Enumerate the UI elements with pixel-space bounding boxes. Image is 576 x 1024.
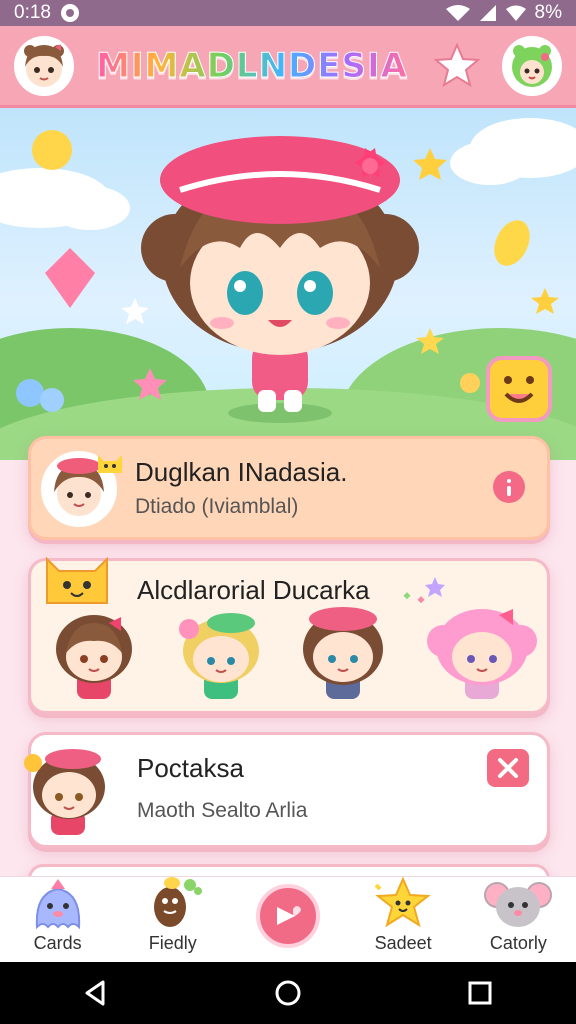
star-icon — [433, 41, 481, 87]
nav-label: Fiedly — [148, 933, 197, 953]
nav-item-catorly[interactable]: Catorly — [468, 877, 568, 954]
card-title: Poctaksa — [137, 753, 244, 783]
ghost-icon — [35, 879, 80, 930]
hero-illustration — [0, 118, 576, 460]
close-icon — [498, 758, 518, 778]
list-card[interactable]: Poctaksa Maoth Sealto Arlia — [24, 732, 550, 848]
app-title: MIMADLNDESIA — [96, 45, 408, 86]
card-subtitle: Maoth Sealto Arlia — [137, 799, 308, 822]
nav-label: Sadeet — [374, 933, 432, 953]
play-heart-icon — [276, 906, 301, 925]
notification-icon — [60, 4, 79, 22]
character-portrait-1 — [56, 615, 132, 699]
favorites-button[interactable] — [430, 39, 484, 93]
nav-item-sadeet[interactable]: Sadeet — [353, 875, 453, 954]
info-badge[interactable] — [493, 471, 525, 503]
character-portrait-2 — [179, 613, 259, 699]
back-icon[interactable] — [81, 978, 111, 1008]
hero-banner — [0, 108, 576, 460]
card-title: Alcdlarorial Ducarka — [137, 575, 370, 605]
star-character-icon — [374, 876, 431, 928]
status-bar: 0:18 8% — [0, 0, 576, 26]
featured-card[interactable]: Duglkan INadasia. Dtiado (Iviamblal) — [28, 436, 550, 540]
cat-sticker-icon — [98, 455, 122, 473]
recents-icon[interactable] — [465, 978, 495, 1008]
wifi-icon — [445, 5, 470, 21]
bottom-navigation: Cards Fiedly Sadeet Catorly — [0, 876, 576, 962]
battery-level: 8% — [534, 2, 562, 23]
profile-avatar[interactable] — [14, 35, 74, 96]
system-navigation-bar — [0, 962, 576, 1024]
nav-item-center[interactable] — [238, 884, 338, 954]
nav-label: Cards — [33, 933, 82, 953]
character-portrait-4 — [427, 609, 537, 699]
characters-card[interactable]: Alcdlarorial Ducarka — [28, 556, 550, 714]
card-subtitle: Dtiado (Iviamblal) — [135, 495, 299, 518]
wifi-icon-2 — [505, 5, 526, 21]
nav-item-cards[interactable]: Cards — [8, 879, 108, 954]
nav-item-fiedly[interactable]: Fiedly — [123, 875, 223, 954]
friend-avatar[interactable] — [502, 35, 562, 96]
signal-icon — [479, 5, 496, 21]
nav-label: Catorly — [489, 933, 547, 953]
dismiss-button[interactable] — [487, 749, 529, 787]
status-time: 0:18 — [14, 2, 51, 23]
coffee-bean-icon — [153, 877, 202, 927]
cat-sticker-icon — [46, 556, 108, 604]
home-icon[interactable] — [273, 978, 303, 1008]
play-heart-button[interactable] — [255, 884, 320, 948]
card-title: Duglkan INadasia. — [135, 457, 348, 487]
mouse-icon — [484, 882, 553, 927]
character-portrait-3 — [303, 607, 383, 699]
card-avatar — [24, 749, 105, 835]
app-header: MIMADLNDESIA — [0, 26, 576, 108]
